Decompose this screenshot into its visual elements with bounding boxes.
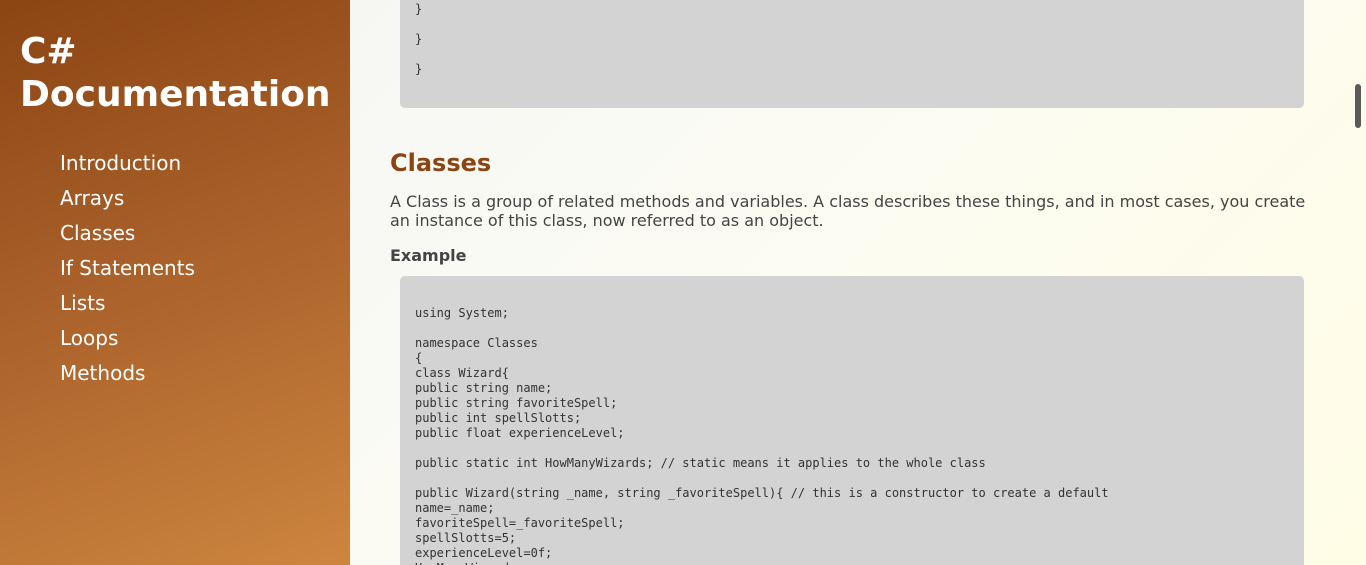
main-content: } } } Classes A Class is a group of rela… — [350, 0, 1350, 565]
nav-menu: Introduction Arrays Classes If Statement… — [60, 146, 195, 391]
section-description: A Class is a group of related methods an… — [390, 192, 1306, 230]
nav-link-classes[interactable]: Classes — [60, 216, 135, 251]
site-title: C# Documentation — [20, 31, 331, 115]
nav-link-lists[interactable]: Lists — [60, 286, 105, 321]
example-label: Example — [390, 246, 467, 265]
nav-link-methods[interactable]: Methods — [60, 356, 145, 391]
code-example: using System; namespace Classes { class … — [415, 306, 1109, 565]
nav-item: Classes — [60, 216, 195, 251]
nav-link-introduction[interactable]: Introduction — [60, 146, 181, 181]
nav-link-if-statements[interactable]: If Statements — [60, 251, 195, 286]
nav-item: Lists — [60, 286, 195, 321]
section-heading: Classes — [390, 149, 492, 177]
page-scrollbar[interactable] — [1350, 0, 1366, 565]
nav-item: Introduction — [60, 146, 195, 181]
sidebar: C# Documentation Introduction Arrays Cla… — [0, 0, 350, 565]
code-line: } — [415, 32, 423, 46]
code-example-block: using System; namespace Classes { class … — [400, 276, 1304, 565]
code-line: } — [415, 2, 423, 16]
nav-item: Loops — [60, 321, 195, 356]
scrollbar-thumb[interactable] — [1355, 84, 1361, 128]
nav-link-arrays[interactable]: Arrays — [60, 181, 124, 216]
nav-item: Methods — [60, 356, 195, 391]
nav-link-loops[interactable]: Loops — [60, 321, 118, 356]
nav-item: Arrays — [60, 181, 195, 216]
nav-item: If Statements — [60, 251, 195, 286]
code-line: } — [415, 62, 423, 76]
previous-code-block: } } } — [400, 0, 1304, 108]
